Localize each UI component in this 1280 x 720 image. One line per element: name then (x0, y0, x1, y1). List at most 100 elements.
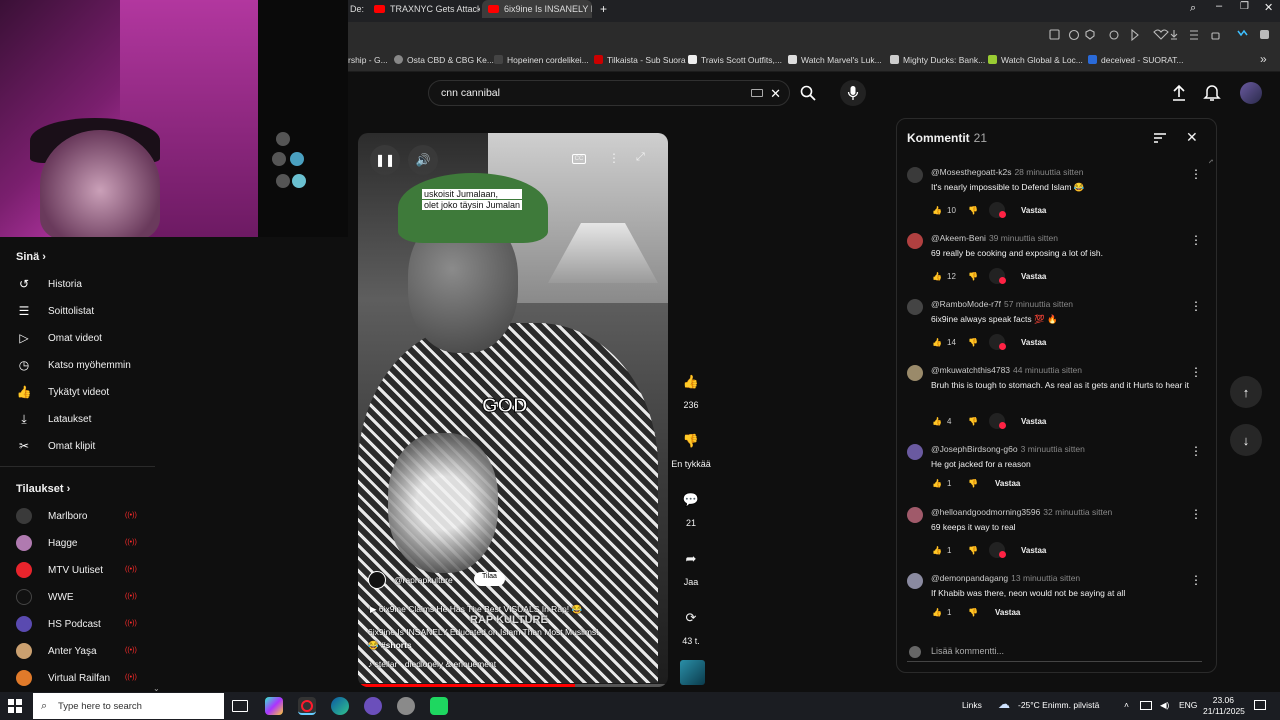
thumb-up-icon[interactable]: 👍 (931, 206, 943, 215)
bookmarks-more-button[interactable]: » (1260, 52, 1267, 66)
comment-author[interactable]: @RamboMode-r7f 57 minuuttia sitten (931, 299, 1073, 309)
edge-icon[interactable] (331, 697, 349, 715)
comment-avatar[interactable] (907, 365, 923, 381)
more-options-icon[interactable]: ⋮ (608, 151, 620, 165)
search-input[interactable]: cnn cannibal ✕ (428, 80, 790, 106)
browser-tab[interactable]: TRAXNYC Gets Attacked I (368, 0, 480, 18)
tray-overflow-icon[interactable]: ˄ (1124, 700, 1129, 710)
bookmark[interactable]: Watch Global & Loc... (988, 55, 1083, 65)
close-window-button[interactable]: ✕ (1264, 1, 1273, 14)
thumb-up-icon[interactable]: 👍 (931, 417, 943, 426)
thumb-down-icon[interactable]: 👎 (967, 417, 979, 426)
volume-button[interactable]: 🔊 (408, 145, 438, 175)
app-icon[interactable] (430, 697, 448, 715)
bookmark[interactable]: deceived - SUORAT... (1088, 55, 1184, 65)
links-toolbar[interactable]: Links (962, 700, 982, 710)
language-indicator[interactable]: ENG (1179, 700, 1197, 710)
clear-search-icon[interactable]: ✕ (770, 86, 781, 102)
app-icon[interactable] (364, 697, 382, 715)
add-comment-input[interactable]: Lisää kommentti... (907, 646, 1202, 662)
weather-text[interactable]: -25°C Enimm. pilvistä (1018, 700, 1099, 710)
video-hashtag[interactable]: 😂 #shorts (368, 640, 412, 651)
sidebar-item-playlists[interactable]: ☰ Soittolistat (16, 301, 156, 321)
sidebar-item-your-videos[interactable]: ▷ Omat videot (16, 328, 156, 348)
comment-author[interactable]: @mkuwatchthis4783 44 minuuttia sitten (931, 365, 1082, 375)
comment-menu-icon[interactable]: ⋮ (1190, 444, 1202, 458)
sidebar-item-watch-later[interactable]: ◷ Katso myöhemmin (16, 355, 156, 375)
bookmark[interactable]: Watch Marvel's Luk... (788, 55, 882, 65)
comment-author[interactable]: @JosephBirdsong-g6o 3 minuuttia sitten (931, 444, 1085, 454)
opera-icon[interactable] (298, 697, 316, 715)
sort-comments-icon[interactable] (1153, 131, 1167, 149)
browser-tab-active[interactable]: 6ix9ine Is INSANELY E (482, 0, 592, 18)
bookmark[interactable]: rship - G... (348, 55, 388, 65)
comment-avatar[interactable] (907, 507, 923, 523)
task-view-icon[interactable] (232, 700, 248, 712)
fullscreen-icon[interactable]: ⤢ (636, 151, 645, 164)
notifications-center-icon[interactable] (1254, 700, 1266, 710)
captions-icon[interactable]: CC (572, 154, 586, 164)
voice-search-button[interactable] (840, 80, 866, 106)
reply-button[interactable]: Vastaa (995, 608, 1020, 617)
video-progress-bar[interactable] (358, 684, 668, 687)
comment-avatar[interactable] (907, 233, 923, 249)
bookmark[interactable]: Travis Scott Outfits,... (688, 55, 782, 65)
sidebar-item-downloads[interactable]: ⤓ Lataukset (16, 409, 156, 429)
keyboard-icon[interactable] (751, 89, 763, 97)
music-attribution[interactable]: ♪ stellar · diedlonely & enouement (368, 659, 496, 669)
shorts-video-player[interactable]: ❚❚ 🔊 CC ⋮ ⤢ uskoisit Jumalaan, olet joko… (358, 133, 668, 687)
comments-scrollbar[interactable] (1209, 159, 1213, 629)
clock-date[interactable]: 21/11/2025 (1203, 706, 1245, 716)
sound-thumbnail[interactable] (680, 660, 705, 685)
thumb-up-icon[interactable]: 👍 (931, 546, 943, 555)
clock-time[interactable]: 23.06 (1210, 695, 1234, 705)
remix-button[interactable]: ⟳ 43 t. (668, 604, 714, 646)
comment-author[interactable]: @Mosesthegoatt-k2s 28 minuuttia sitten (931, 167, 1083, 177)
comment-author[interactable]: @Akeem-Beni 39 minuuttia sitten (931, 233, 1058, 243)
comment-menu-icon[interactable]: ⋮ (1190, 299, 1202, 313)
bookmark[interactable]: Osta CBD & CBG Ke... (394, 55, 494, 65)
thumb-down-icon[interactable]: 👎 (967, 479, 979, 488)
search-button[interactable] (795, 80, 821, 106)
like-button[interactable]: 👍 236 (668, 368, 714, 410)
sidebar-item-clips[interactable]: ✂ Omat klipit (16, 436, 156, 456)
taskbar-search-input[interactable]: ⌕ Type here to search (33, 693, 224, 719)
reply-button[interactable]: Vastaa (1021, 417, 1046, 426)
sidebar-item-liked-videos[interactable]: 👍 Tykätyt videot (16, 382, 156, 402)
comment-menu-icon[interactable]: ⋮ (1190, 365, 1202, 379)
comment-menu-icon[interactable]: ⋮ (1190, 573, 1202, 587)
comment-avatar[interactable] (907, 573, 923, 589)
reply-button[interactable]: Vastaa (1021, 206, 1046, 215)
account-avatar[interactable] (1240, 82, 1262, 104)
you-section-title[interactable]: Sinä › (16, 251, 46, 263)
bookmark[interactable]: Hopeinen cordelikei... (494, 55, 589, 65)
comment-avatar[interactable] (907, 299, 923, 315)
thumb-down-icon[interactable]: 👎 (967, 272, 979, 281)
share-button[interactable]: ➦ Jaa (668, 545, 714, 587)
reply-button[interactable]: Vastaa (995, 479, 1020, 488)
thumb-down-icon[interactable]: 👎 (967, 206, 979, 215)
reply-button[interactable]: Vastaa (1021, 272, 1046, 281)
pause-button[interactable]: ❚❚ (370, 145, 400, 175)
thumb-up-icon[interactable]: 👍 (931, 479, 943, 488)
upload-icon[interactable] (1170, 84, 1188, 107)
thumb-down-icon[interactable]: 👎 (967, 608, 979, 617)
comment-avatar[interactable] (907, 444, 923, 460)
restore-button[interactable]: ❐ (1240, 1, 1249, 12)
thumb-up-icon[interactable]: 👍 (931, 608, 943, 617)
comment-menu-icon[interactable]: ⋮ (1190, 507, 1202, 521)
comment-avatar[interactable] (907, 167, 923, 183)
comment-author[interactable]: @helloandgoodmorning3596 32 minuuttia sit… (931, 507, 1112, 517)
next-short-button[interactable]: ↓ (1230, 424, 1262, 456)
copilot-icon[interactable] (265, 697, 283, 715)
notifications-bell-icon[interactable] (1203, 84, 1221, 107)
network-icon[interactable] (1140, 701, 1152, 710)
thumb-down-icon[interactable]: 👎 (967, 338, 979, 347)
previous-short-button[interactable]: ↑ (1230, 376, 1262, 408)
comment-menu-icon[interactable]: ⋮ (1190, 167, 1202, 181)
comment-menu-icon[interactable]: ⋮ (1190, 233, 1202, 247)
channel-avatar[interactable] (368, 571, 386, 589)
thumb-up-icon[interactable]: 👍 (931, 272, 943, 281)
close-comments-icon[interactable]: ✕ (1186, 129, 1198, 146)
browser-tab[interactable]: De: (348, 0, 368, 18)
